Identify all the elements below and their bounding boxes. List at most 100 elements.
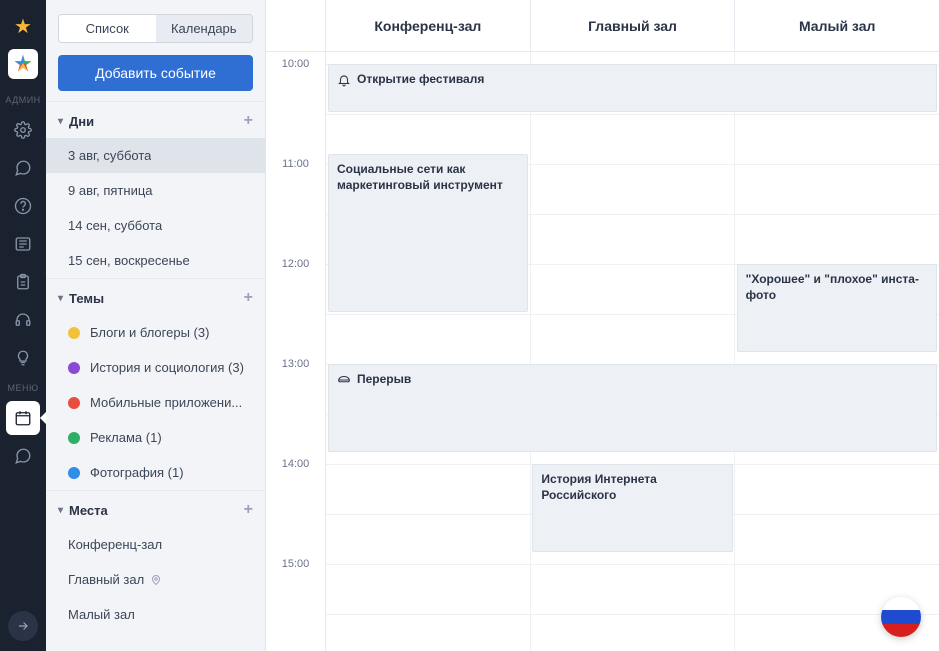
rail-clipboard[interactable]: [6, 265, 40, 299]
calendar-grid: 10:00 11:00 12:00 13:00 14:00 15:00 Открытие …: [266, 52, 939, 651]
place-item-label: Конференц-зал: [68, 537, 162, 552]
sidebar-list: ▾ Дни + 3 авг, суббота 9 авг, пятница 14 с…: [46, 101, 265, 651]
sidebar: Список Календарь Добавить событие ▾ Дни …: [46, 0, 266, 651]
event-title: Открытие фестиваля: [357, 72, 484, 86]
rail-chat[interactable]: [6, 151, 40, 185]
calendar-event[interactable]: Открытие фестиваля: [328, 64, 937, 112]
food-icon: [337, 373, 351, 387]
section-places-header[interactable]: ▾ Места +: [46, 490, 265, 527]
topic-color-dot: [68, 397, 80, 409]
lightbulb-icon: [14, 349, 32, 367]
place-item[interactable]: Главный зал: [46, 562, 265, 597]
topic-item[interactable]: История и социология (3): [46, 350, 265, 385]
view-calendar-button[interactable]: Календарь: [156, 15, 253, 42]
event-title: Социальные сети как маркетинговый инстру…: [337, 162, 503, 192]
day-item-label: 3 авг, суббота: [68, 148, 151, 163]
calendar-event[interactable]: История Интернета Российского: [532, 464, 732, 552]
sidebar-top: Список Календарь Добавить событие: [46, 0, 265, 101]
rail-menu-chat[interactable]: [6, 439, 40, 473]
add-event-button[interactable]: Добавить событие: [58, 55, 253, 91]
app-star-icon[interactable]: ★: [14, 14, 32, 39]
news-icon: [14, 235, 32, 253]
chat-bubble-icon: [14, 159, 32, 177]
place-item[interactable]: Конференц-зал: [46, 527, 265, 562]
clipboard-icon: [14, 273, 32, 291]
room-column-header: Конференц-зал: [326, 0, 531, 51]
rail-idea[interactable]: [6, 341, 40, 375]
rail-news[interactable]: [6, 227, 40, 261]
place-item-label: Главный зал: [68, 572, 144, 587]
section-topics-add[interactable]: +: [244, 289, 253, 307]
topic-color-dot: [68, 432, 80, 444]
arrow-right-icon: [16, 619, 30, 633]
day-item-label: 14 сен, суббота: [68, 218, 162, 233]
help-icon: [14, 197, 32, 215]
section-places-add[interactable]: +: [244, 501, 253, 519]
topic-item-label: Мобильные приложени...: [90, 395, 242, 410]
hour-label: 10:00: [266, 58, 325, 70]
section-places-title: Места: [69, 503, 108, 518]
view-list-button[interactable]: Список: [59, 15, 156, 42]
calendar-event[interactable]: "Хорошее" и "плохое" инста-фото: [737, 264, 937, 352]
calendar-event[interactable]: Социальные сети как маркетинговый инстру…: [328, 154, 528, 312]
day-item[interactable]: 9 авг, пятница: [46, 173, 265, 208]
day-item-label: 15 сен, воскресенье: [68, 253, 190, 268]
pin-icon: [150, 574, 162, 586]
topic-item[interactable]: Фотография (1): [46, 455, 265, 490]
rail-help[interactable]: [6, 189, 40, 223]
topic-item-label: Блоги и блогеры (3): [90, 325, 209, 340]
rail-headset[interactable]: [6, 303, 40, 337]
rail-go-button[interactable]: [8, 611, 38, 641]
gear-icon: [14, 121, 32, 139]
time-gutter-header: [266, 0, 326, 51]
app-root: ★ АДМИН МЕНЮ Список Календарь: [0, 0, 939, 651]
language-russian[interactable]: [881, 597, 921, 637]
rail-settings[interactable]: [6, 113, 40, 147]
schedule-icon: [14, 409, 32, 427]
view-toggle: Список Календарь: [58, 14, 253, 43]
rail-section-menu: МЕНЮ: [7, 383, 38, 393]
hour-label: 11:00: [266, 158, 325, 170]
topic-item[interactable]: Мобильные приложени...: [46, 385, 265, 420]
headset-icon: [14, 311, 32, 329]
topic-item[interactable]: Блоги и блогеры (3): [46, 315, 265, 350]
topic-item[interactable]: Реклама (1): [46, 420, 265, 455]
day-item[interactable]: 14 сен, суббота: [46, 208, 265, 243]
chat-icon: [14, 447, 32, 465]
hour-label: 14:00: [266, 458, 325, 470]
topic-item-label: История и социология (3): [90, 360, 244, 375]
hour-label: 15:00: [266, 558, 325, 570]
caret-down-icon: ▾: [58, 505, 63, 516]
day-item[interactable]: 3 авг, суббота: [46, 138, 265, 173]
caret-down-icon: ▾: [58, 293, 63, 304]
event-title: История Интернета Российского: [541, 472, 656, 502]
event-title: "Хорошее" и "плохое" инста-фото: [746, 272, 919, 302]
section-days-title: Дни: [69, 114, 94, 129]
rail-schedule[interactable]: [6, 401, 40, 435]
time-gutter: 10:00 11:00 12:00 13:00 14:00 15:00: [266, 52, 326, 651]
section-topics-header[interactable]: ▾ Темы +: [46, 278, 265, 315]
topic-item-label: Реклама (1): [90, 430, 162, 445]
bell-icon: [337, 73, 351, 87]
topic-color-dot: [68, 362, 80, 374]
caret-down-icon: ▾: [58, 116, 63, 127]
hour-label: 13:00: [266, 358, 325, 370]
room-column-header: Главный зал: [531, 0, 736, 51]
place-item[interactable]: Малый зал: [46, 597, 265, 632]
room-column-header: Малый зал: [735, 0, 939, 51]
flag-stripe-blue: [881, 610, 921, 623]
event-title: Перерыв: [357, 372, 411, 386]
section-days-header[interactable]: ▾ Дни +: [46, 101, 265, 138]
app-logo[interactable]: [8, 49, 38, 79]
section-topics-title: Темы: [69, 291, 104, 306]
calendar-event[interactable]: Перерыв: [328, 364, 937, 452]
place-item-label: Малый зал: [68, 607, 135, 622]
day-item-label: 9 авг, пятница: [68, 183, 153, 198]
day-item[interactable]: 15 сен, воскресенье: [46, 243, 265, 278]
calendar-main: Конференц-залГлавный залМалый зал 10:001…: [266, 0, 939, 651]
section-days-add[interactable]: +: [244, 112, 253, 130]
hour-label: 12:00: [266, 258, 325, 270]
calendar-header: Конференц-залГлавный залМалый зал: [266, 0, 939, 52]
logo-star-icon: [12, 53, 34, 75]
topic-color-dot: [68, 327, 80, 339]
